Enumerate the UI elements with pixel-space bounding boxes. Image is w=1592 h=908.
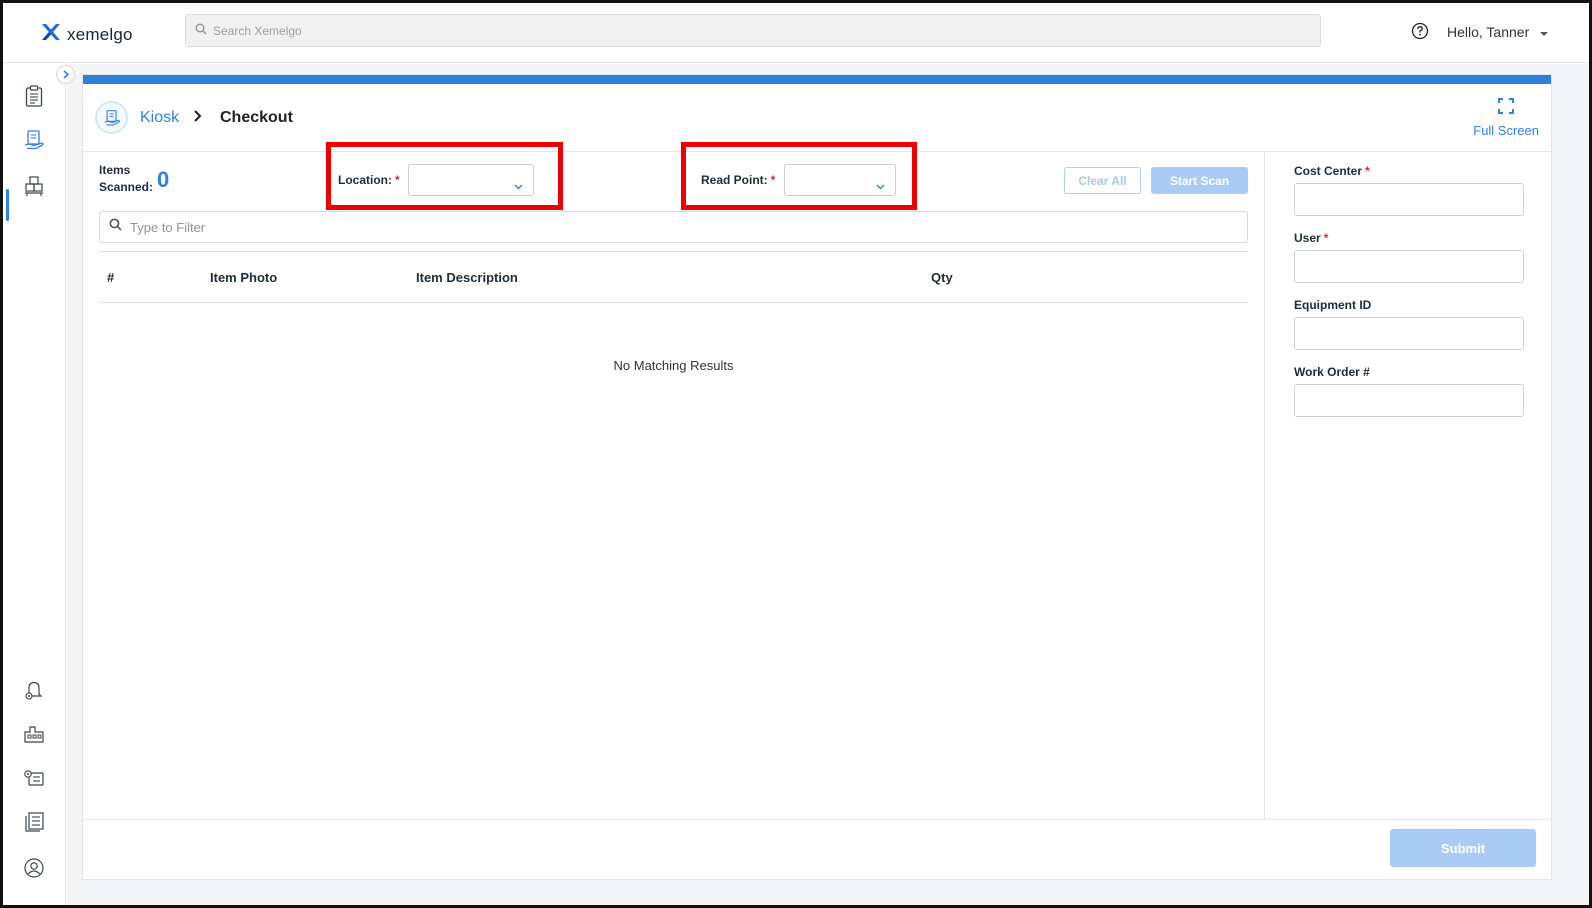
nav-item-reports[interactable] <box>19 809 49 839</box>
empty-results-message: No Matching Results <box>613 358 734 373</box>
xemelgo-logo-icon <box>41 23 61 46</box>
app-window: xemelgo Hello, Tanner <box>0 0 1592 908</box>
expand-icon <box>1498 98 1515 117</box>
search-icon <box>195 22 207 40</box>
checkout-form-panel: Cost Center * User * Equipment ID Work Ord… <box>1264 152 1551 819</box>
report-list-icon <box>23 811 45 838</box>
user-label: User * <box>1294 231 1329 245</box>
nav-collapse-toggle[interactable] <box>56 65 75 84</box>
settings-list-icon <box>23 767 45 794</box>
submit-button[interactable]: Submit <box>1390 829 1536 867</box>
items-scanned-count: 0 <box>157 167 170 192</box>
table-header: # Item Photo Item Description Qty <box>99 252 1248 303</box>
read-point-select[interactable] <box>784 164 896 196</box>
equipment-id-label: Equipment ID <box>1294 298 1372 312</box>
alert-settings-icon <box>23 679 45 706</box>
cost-center-label: Cost Center * <box>1294 164 1370 178</box>
nav-item-inventory[interactable] <box>19 173 49 203</box>
breadcrumb-chevron-icon <box>193 109 203 128</box>
column-header-item-description[interactable]: Item Description <box>416 270 518 285</box>
nav-item-kiosk[interactable] <box>19 127 49 157</box>
side-nav <box>3 63 66 905</box>
clipboard-icon <box>24 84 44 112</box>
breadcrumb-checkout: Checkout <box>220 109 293 126</box>
column-header-qty[interactable]: Qty <box>931 270 953 285</box>
kiosk-icon <box>23 129 45 156</box>
user-greeting: Hello, Tanner <box>1447 24 1530 40</box>
kiosk-badge-icon <box>95 101 128 134</box>
breadcrumb-kiosk[interactable]: Kiosk <box>140 109 179 127</box>
global-search-input[interactable] <box>213 23 1293 38</box>
read-point-label: Read Point: * <box>701 173 776 187</box>
logo[interactable]: xemelgo <box>41 23 133 46</box>
card-footer: Submit <box>83 819 1551 881</box>
start-scan-button[interactable]: Start Scan <box>1151 167 1248 194</box>
user-input[interactable] <box>1294 250 1524 283</box>
boxes-icon <box>23 175 45 202</box>
work-order-input[interactable] <box>1294 384 1524 417</box>
help-circle-icon <box>1411 22 1429 44</box>
column-header-number[interactable]: # <box>107 270 114 285</box>
top-bar: xemelgo Hello, Tanner <box>3 3 1589 63</box>
clear-all-button[interactable]: Clear All <box>1064 167 1141 194</box>
user-circle-icon <box>23 857 45 884</box>
global-search[interactable] <box>185 14 1321 47</box>
help-button[interactable] <box>1411 22 1429 45</box>
factory-icon <box>23 723 45 750</box>
card-accent-bar <box>83 75 1551 84</box>
logo-text: xemelgo <box>67 24 133 44</box>
location-label: Location: * <box>338 173 400 187</box>
nav-item-facilities[interactable] <box>19 721 49 751</box>
search-icon <box>109 218 122 236</box>
column-header-item-photo[interactable]: Item Photo <box>210 270 277 285</box>
fullscreen-label: Full Screen <box>1473 123 1539 138</box>
active-nav-indicator <box>6 189 9 221</box>
filter-input[interactable] <box>130 219 1230 235</box>
nav-item-alerts[interactable] <box>19 677 49 707</box>
filter-box[interactable] <box>99 211 1248 243</box>
nav-item-orders[interactable] <box>19 83 49 113</box>
chevron-right-icon <box>62 66 70 84</box>
equipment-id-input[interactable] <box>1294 317 1524 350</box>
checkout-card: Kiosk Checkout Full Screen Items Scanned… <box>82 74 1552 880</box>
chevron-down-icon <box>514 177 523 195</box>
nav-item-config[interactable] <box>19 765 49 795</box>
nav-item-profile[interactable] <box>19 855 49 885</box>
work-order-label: Work Order # <box>1294 365 1370 379</box>
chevron-down-icon <box>876 177 885 195</box>
cost-center-input[interactable] <box>1294 183 1524 216</box>
location-select[interactable] <box>408 164 534 196</box>
items-scanned-label: Items Scanned: <box>99 163 154 194</box>
user-menu[interactable]: Hello, Tanner <box>1447 24 1549 40</box>
fullscreen-button[interactable]: Full Screen <box>1473 98 1539 138</box>
caret-down-icon <box>1539 24 1549 40</box>
